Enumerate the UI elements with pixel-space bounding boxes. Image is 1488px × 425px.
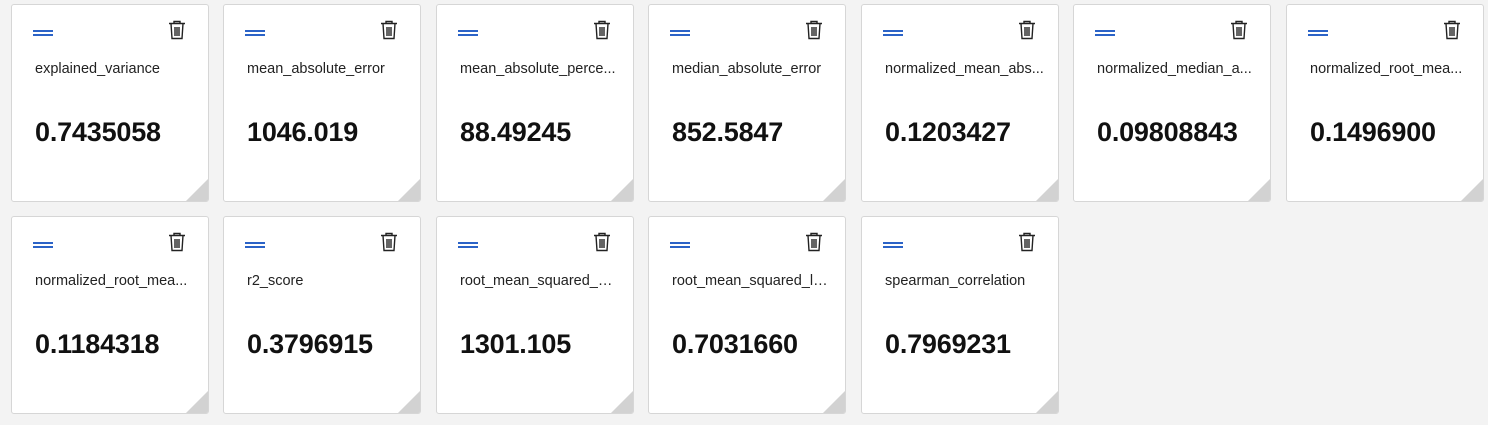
metric-value: 88.49245 xyxy=(460,117,572,147)
drag-handle-icon[interactable] xyxy=(458,27,478,37)
metric-name: normalized_median_a... xyxy=(1097,61,1252,77)
metric-name: normalized_mean_abs... xyxy=(885,61,1044,77)
metric-value: 0.7969231 xyxy=(885,329,1011,359)
metric-name: spearman_correlation xyxy=(885,273,1026,289)
metrics-grid: explained_variance 0.7435058 mean_absolu… xyxy=(0,0,1488,425)
trash-icon[interactable] xyxy=(593,20,611,40)
metric-card: median_absolute_error 852.5847 xyxy=(648,4,846,202)
metric-card: normalized_root_mea... 0.1496900 xyxy=(1286,4,1484,202)
drag-handle-icon[interactable] xyxy=(245,239,265,249)
resize-grip-icon[interactable] xyxy=(398,391,420,413)
drag-handle-icon[interactable] xyxy=(883,27,903,37)
drag-handle-icon[interactable] xyxy=(670,239,690,249)
drag-handle-icon[interactable] xyxy=(883,239,903,249)
metric-card: normalized_root_mea... 0.1184318 xyxy=(11,216,209,414)
trash-icon[interactable] xyxy=(1018,232,1036,252)
resize-grip-icon[interactable] xyxy=(1461,179,1483,201)
metric-value: 0.1496900 xyxy=(1310,117,1436,147)
resize-grip-icon[interactable] xyxy=(823,391,845,413)
drag-handle-icon[interactable] xyxy=(458,239,478,249)
metric-value: 0.3796915 xyxy=(247,329,373,359)
trash-icon[interactable] xyxy=(168,20,186,40)
resize-grip-icon[interactable] xyxy=(1036,179,1058,201)
resize-grip-icon[interactable] xyxy=(823,179,845,201)
drag-handle-icon[interactable] xyxy=(670,27,690,37)
metric-name: normalized_root_mea... xyxy=(1310,61,1463,77)
resize-grip-icon[interactable] xyxy=(611,179,633,201)
resize-grip-icon[interactable] xyxy=(1036,391,1058,413)
metric-name: mean_absolute_perce... xyxy=(460,61,616,77)
trash-icon[interactable] xyxy=(1018,20,1036,40)
trash-icon[interactable] xyxy=(1230,20,1248,40)
metric-value: 852.5847 xyxy=(672,117,784,147)
metric-value: 0.7435058 xyxy=(35,117,161,147)
metric-card: mean_absolute_perce... 88.49245 xyxy=(436,4,634,202)
metric-card: normalized_median_a... 0.09808843 xyxy=(1073,4,1271,202)
drag-handle-icon[interactable] xyxy=(1308,27,1328,37)
metric-card: root_mean_squared_lo... 0.7031660 xyxy=(648,216,846,414)
trash-icon[interactable] xyxy=(380,232,398,252)
trash-icon[interactable] xyxy=(1443,20,1461,40)
trash-icon[interactable] xyxy=(168,232,186,252)
resize-grip-icon[interactable] xyxy=(611,391,633,413)
metric-card: spearman_correlation 0.7969231 xyxy=(861,216,1059,414)
metric-value: 0.09808843 xyxy=(1097,117,1238,147)
trash-icon[interactable] xyxy=(805,20,823,40)
trash-icon[interactable] xyxy=(380,20,398,40)
metric-name: explained_variance xyxy=(35,61,160,77)
drag-handle-icon[interactable] xyxy=(33,239,53,249)
metric-name: normalized_root_mea... xyxy=(35,273,188,289)
metric-name: median_absolute_error xyxy=(672,61,822,77)
metric-value: 1301.105 xyxy=(460,329,572,359)
metric-name: r2_score xyxy=(247,273,304,289)
resize-grip-icon[interactable] xyxy=(398,179,420,201)
metric-value: 0.1184318 xyxy=(35,329,160,359)
metric-name: root_mean_squared_lo... xyxy=(672,273,832,289)
drag-handle-icon[interactable] xyxy=(245,27,265,37)
resize-grip-icon[interactable] xyxy=(186,179,208,201)
trash-icon[interactable] xyxy=(805,232,823,252)
resize-grip-icon[interactable] xyxy=(186,391,208,413)
trash-icon[interactable] xyxy=(593,232,611,252)
metric-value: 0.7031660 xyxy=(672,329,798,359)
metric-name: root_mean_squared_er... xyxy=(460,273,620,289)
metric-card: explained_variance 0.7435058 xyxy=(11,4,209,202)
metric-card: root_mean_squared_er... 1301.105 xyxy=(436,216,634,414)
metric-value: 1046.019 xyxy=(247,117,359,147)
metric-card: normalized_mean_abs... 0.1203427 xyxy=(861,4,1059,202)
resize-grip-icon[interactable] xyxy=(1248,179,1270,201)
metric-card: mean_absolute_error 1046.019 xyxy=(223,4,421,202)
drag-handle-icon[interactable] xyxy=(1095,27,1115,37)
drag-handle-icon[interactable] xyxy=(33,27,53,37)
metric-value: 0.1203427 xyxy=(885,117,1011,147)
metric-name: mean_absolute_error xyxy=(247,61,385,77)
metric-card: r2_score 0.3796915 xyxy=(223,216,421,414)
